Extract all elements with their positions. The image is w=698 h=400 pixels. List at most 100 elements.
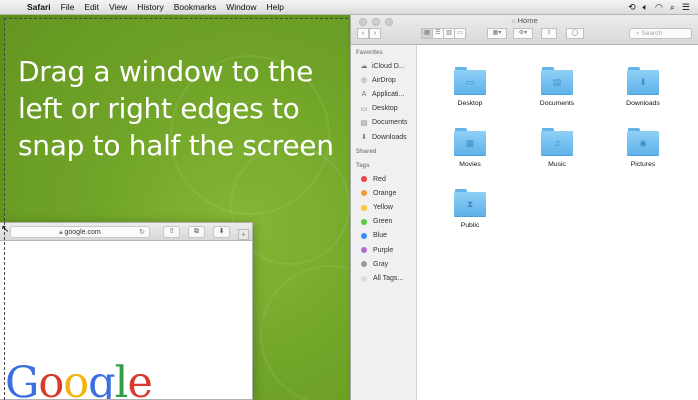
address-bar[interactable]: 🔒︎ google.com ↻ bbox=[10, 226, 150, 238]
desktop-icon: ▭ bbox=[360, 105, 368, 113]
finder-window[interactable]: ⌂ Home ‹ › ▦ ☰ ▥ ▭ ▦▾ ⚙▾ ⇧ ◯ ⌕ Search Fav… bbox=[350, 15, 698, 400]
tag-color-dot bbox=[361, 218, 367, 225]
logo-letter: o bbox=[63, 358, 89, 400]
sidebar-item-downloads[interactable]: ⬇ Downloads bbox=[351, 130, 416, 144]
sidebar-item-applications[interactable]: A Applicati... bbox=[351, 87, 416, 101]
folder-icon: ⬇ bbox=[627, 67, 659, 95]
share-button[interactable]: ⇧ bbox=[163, 226, 180, 238]
sidebar-item-label: Downloads bbox=[372, 133, 407, 141]
safari-window[interactable]: 🔒︎ google.com ↻ ⇧ ⧉ ⬇ + Google bbox=[0, 222, 253, 400]
folder-music[interactable]: ♫ Music bbox=[522, 128, 592, 168]
list-icon[interactable]: ☰ bbox=[682, 2, 690, 13]
folder-label: Music bbox=[548, 161, 566, 168]
logo-letter: g bbox=[88, 358, 116, 400]
sidebar-tag-gray[interactable]: Gray bbox=[351, 257, 416, 271]
menu-window[interactable]: Window bbox=[221, 2, 261, 12]
reload-icon[interactable]: ↻ bbox=[139, 227, 145, 238]
folder-movies[interactable]: ▦ Movies bbox=[435, 128, 505, 168]
new-tab-button[interactable]: + bbox=[238, 229, 249, 240]
sidebar-section-favorites: Favorites bbox=[356, 50, 383, 56]
logo-letter: o bbox=[38, 358, 64, 400]
sidebar-tag-green[interactable]: Green bbox=[351, 215, 416, 229]
sidebar-tag-blue[interactable]: Blue bbox=[351, 229, 416, 243]
menu-bar: Safari File Edit View History Bookmarks … bbox=[0, 0, 698, 15]
sidebar-section-tags: Tags bbox=[356, 163, 370, 170]
tabs-button[interactable]: ⧉ bbox=[188, 226, 205, 238]
folder-label: Downloads bbox=[626, 100, 660, 107]
tag-color-dot bbox=[361, 204, 367, 211]
folder-label: Pictures bbox=[630, 161, 656, 168]
lock-icon: 🔒︎ bbox=[59, 230, 63, 236]
sidebar-item-airdrop[interactable]: ◎ AirDrop bbox=[351, 73, 416, 87]
sidebar-item-icloud[interactable]: ☁ iCloud D... bbox=[351, 59, 416, 73]
sidebar-tag-all[interactable]: All Tags... bbox=[351, 271, 416, 285]
sidebar-tag-yellow[interactable]: Yellow bbox=[351, 201, 416, 215]
arrange-button[interactable]: ▦▾ bbox=[487, 28, 507, 39]
sidebar-item-label: Red bbox=[373, 175, 386, 183]
sidebar-tag-purple[interactable]: Purple bbox=[351, 243, 416, 257]
sidebar-item-label: AirDrop bbox=[372, 76, 396, 84]
folder-label: Movies bbox=[459, 161, 481, 168]
menu-history[interactable]: History bbox=[132, 2, 168, 12]
finder-content: ▭ Desktop ▤ Documents ⬇ Downloads ▦ Movi… bbox=[418, 45, 698, 400]
view-switcher: ▦ ☰ ▥ ▭ bbox=[421, 28, 466, 39]
wifi-icon[interactable]: ◠ bbox=[655, 2, 663, 13]
finder-sidebar: Favorites ☁ iCloud D... ◎ AirDrop A Applica… bbox=[351, 45, 417, 400]
logo-letter: e bbox=[127, 358, 152, 400]
documents-icon: ▤ bbox=[360, 119, 368, 127]
tag-color-dot bbox=[361, 190, 367, 197]
back-button[interactable]: ‹ bbox=[357, 28, 369, 39]
menu-file[interactable]: File bbox=[56, 2, 80, 12]
cloud-icon: ☁ bbox=[360, 63, 368, 71]
folder-icon: ⧗ bbox=[454, 189, 486, 217]
search-field[interactable]: ⌕ Search bbox=[629, 28, 692, 39]
folder-documents[interactable]: ▤ Documents bbox=[522, 67, 592, 107]
folder-desktop[interactable]: ▭ Desktop bbox=[435, 67, 505, 107]
folder-label: Public bbox=[460, 222, 480, 229]
sidebar-item-documents[interactable]: ▤ Documents bbox=[351, 116, 416, 130]
folder-public[interactable]: ⧗ Public bbox=[435, 189, 505, 229]
safari-toolbar: 🔒︎ google.com ↻ ⇧ ⧉ ⬇ + bbox=[0, 223, 252, 241]
folder-icon: ♫ bbox=[541, 128, 573, 156]
sidebar-item-label: Orange bbox=[373, 189, 397, 197]
menu-view[interactable]: View bbox=[104, 2, 132, 12]
folder-pictures[interactable]: ◉ Pictures bbox=[608, 128, 678, 168]
downloads-button[interactable]: ⬇ bbox=[213, 226, 230, 238]
sidebar-item-desktop[interactable]: ▭ Desktop bbox=[351, 102, 416, 116]
menu-bookmarks[interactable]: Bookmarks bbox=[169, 2, 222, 12]
sidebar-item-label: Purple bbox=[373, 246, 394, 254]
folder-icon: ▭ bbox=[454, 67, 486, 95]
volume-icon[interactable]: 🔈︎ bbox=[643, 2, 648, 13]
search-icon[interactable]: ⌕ bbox=[670, 2, 675, 13]
finder-titlebar: ⌂ Home ‹ › ▦ ☰ ▥ ▭ ▦▾ ⚙▾ ⇧ ◯ ⌕ Search bbox=[351, 15, 698, 45]
sidebar-item-label: Blue bbox=[373, 232, 388, 240]
sidebar-item-label: iCloud D... bbox=[372, 62, 405, 70]
sidebar-item-label: Desktop bbox=[372, 105, 398, 113]
airdrop-icon: ◎ bbox=[360, 77, 368, 85]
address-text: google.com bbox=[64, 229, 101, 236]
logo-letter: l bbox=[114, 358, 129, 400]
timemachine-icon[interactable]: ⟲ bbox=[628, 2, 636, 13]
sidebar-item-label: All Tags... bbox=[373, 275, 404, 283]
action-gear-button[interactable]: ⚙▾ bbox=[513, 28, 533, 39]
forward-button[interactable]: › bbox=[369, 28, 381, 39]
sidebar-tag-red[interactable]: Red bbox=[351, 172, 416, 186]
menu-edit[interactable]: Edit bbox=[79, 2, 104, 12]
google-logo: Google bbox=[5, 358, 153, 400]
sidebar-tag-orange[interactable]: Orange bbox=[351, 186, 416, 200]
folder-icon: ◉ bbox=[627, 128, 659, 156]
nav-buttons: ‹ › bbox=[357, 28, 381, 39]
sidebar-item-label: Applicati... bbox=[372, 90, 405, 98]
folder-label: Desktop bbox=[457, 100, 483, 107]
menu-app-safari[interactable]: Safari bbox=[22, 2, 56, 12]
sidebar-item-label: Yellow bbox=[373, 204, 393, 212]
tag-color-dot bbox=[361, 247, 367, 254]
menu-help[interactable]: Help bbox=[261, 2, 288, 12]
coverflow-view-button[interactable]: ▭ bbox=[454, 28, 466, 39]
folder-label: Documents bbox=[539, 100, 575, 107]
tags-button[interactable]: ◯ bbox=[566, 28, 584, 39]
window-title-text: Home bbox=[517, 16, 538, 25]
share-button[interactable]: ⇧ bbox=[541, 28, 557, 39]
applications-icon: A bbox=[361, 90, 367, 98]
folder-downloads[interactable]: ⬇ Downloads bbox=[608, 67, 678, 107]
